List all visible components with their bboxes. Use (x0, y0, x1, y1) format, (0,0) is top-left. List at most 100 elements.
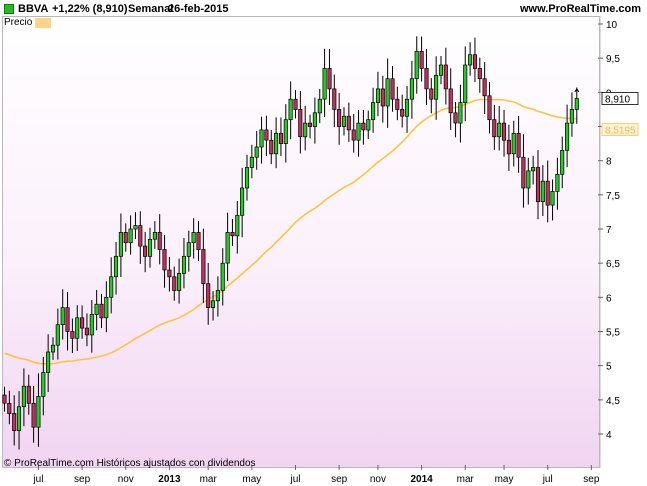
candle-body (458, 102, 463, 124)
candle-body (259, 129, 264, 148)
candle-body (448, 88, 453, 114)
candle-body (293, 98, 298, 110)
candle-body (521, 156, 526, 189)
candle-body (400, 109, 405, 117)
candle-body (143, 245, 148, 257)
candle-body (278, 132, 284, 144)
candle-body (2, 394, 7, 404)
candle-body (210, 300, 216, 308)
candle-body (526, 170, 531, 189)
candle-body (317, 98, 322, 114)
last-price-value: 8,910 (605, 94, 630, 105)
y-tick-label: 4 (606, 430, 612, 441)
candle-body (356, 122, 361, 141)
candle-body (288, 98, 293, 121)
candle-body (186, 242, 191, 257)
candle-body (419, 50, 424, 69)
candle-body (307, 122, 313, 127)
candle-body (545, 180, 550, 206)
x-tick-label: mar (200, 474, 218, 485)
candle-body (80, 317, 85, 329)
y-tick-label: 4,5 (606, 396, 620, 407)
candle-body (70, 331, 75, 339)
candle-body (240, 187, 245, 216)
candle-body (196, 232, 201, 250)
candle-body (201, 249, 206, 285)
candle-body (162, 249, 167, 271)
candle-body (235, 214, 240, 237)
candle-body (104, 296, 109, 319)
candle-body (506, 139, 511, 155)
candle-body (269, 139, 274, 155)
candle-body (94, 303, 99, 315)
x-tick-label: jul (32, 474, 43, 485)
candle-body (181, 255, 187, 274)
candle-body (361, 122, 366, 131)
candle-body (463, 64, 468, 103)
x-tick-label: 2013 (158, 474, 181, 485)
candle-body (574, 98, 579, 110)
candle-body (177, 273, 182, 291)
candle-body (26, 385, 31, 404)
footer-note: © ProRealTime.com Históricos ajustados c… (4, 458, 256, 469)
candle-body (404, 98, 410, 117)
candle-body (7, 402, 12, 414)
candle-body (75, 317, 80, 339)
candle-body (487, 95, 492, 121)
candle-body (511, 132, 516, 155)
candle-body (118, 232, 123, 257)
candle-body (385, 78, 390, 107)
chart-window: BBVA +1,22% (8,910) Semanal 26-feb-2015 … (0, 0, 647, 486)
ma-value-label: 8,5195 (605, 126, 636, 137)
candle-body (113, 255, 119, 278)
candle-body (36, 396, 41, 428)
candlestick-chart[interactable]: 44,555,566,577,588,599,510julsepnov2013m… (0, 0, 647, 486)
candle-body (482, 78, 487, 97)
candle-body (206, 283, 211, 308)
candle-body (264, 129, 269, 141)
y-tick-label: 7 (606, 225, 612, 236)
candle-body (366, 119, 371, 131)
candle-body (55, 324, 60, 346)
candle-body (249, 156, 254, 168)
x-tick-label: sep (331, 474, 348, 485)
candle-body (89, 314, 94, 336)
candle-body (429, 88, 434, 100)
candle-body (152, 232, 157, 240)
x-tick-label: sep (74, 474, 91, 485)
candle-body (550, 191, 555, 206)
candle-body (65, 307, 70, 332)
candle-body (497, 122, 502, 138)
candle-body (41, 372, 46, 397)
candle-body (540, 180, 545, 203)
candle-body (191, 232, 196, 244)
candle-body (395, 98, 400, 110)
candle-body (50, 344, 56, 353)
candle-body (322, 68, 327, 100)
x-tick-label: jul (542, 474, 553, 485)
candle-body (138, 225, 143, 247)
candle-body (157, 232, 162, 250)
x-tick-label: mar (457, 474, 475, 485)
candle-body (312, 112, 317, 127)
y-tick-label: 9,5 (606, 54, 620, 65)
candle-body (84, 327, 89, 336)
candle-body (215, 290, 220, 302)
candle-body (565, 122, 570, 151)
x-tick-label: may (495, 474, 514, 485)
candle-body (60, 307, 65, 326)
candle-body (531, 167, 536, 172)
candle-body (443, 64, 448, 90)
candle-body (303, 122, 308, 138)
candle-body (468, 54, 473, 66)
candle-body (341, 115, 347, 127)
candle-body (535, 167, 541, 203)
candle-body (555, 173, 560, 192)
candle-body (283, 119, 288, 144)
y-tick-label: 6,5 (606, 259, 620, 270)
candle-body (380, 88, 385, 107)
y-tick-label: 5 (606, 362, 612, 373)
candle-body (254, 146, 259, 158)
candle-body (375, 88, 381, 103)
candle-body (472, 54, 478, 69)
